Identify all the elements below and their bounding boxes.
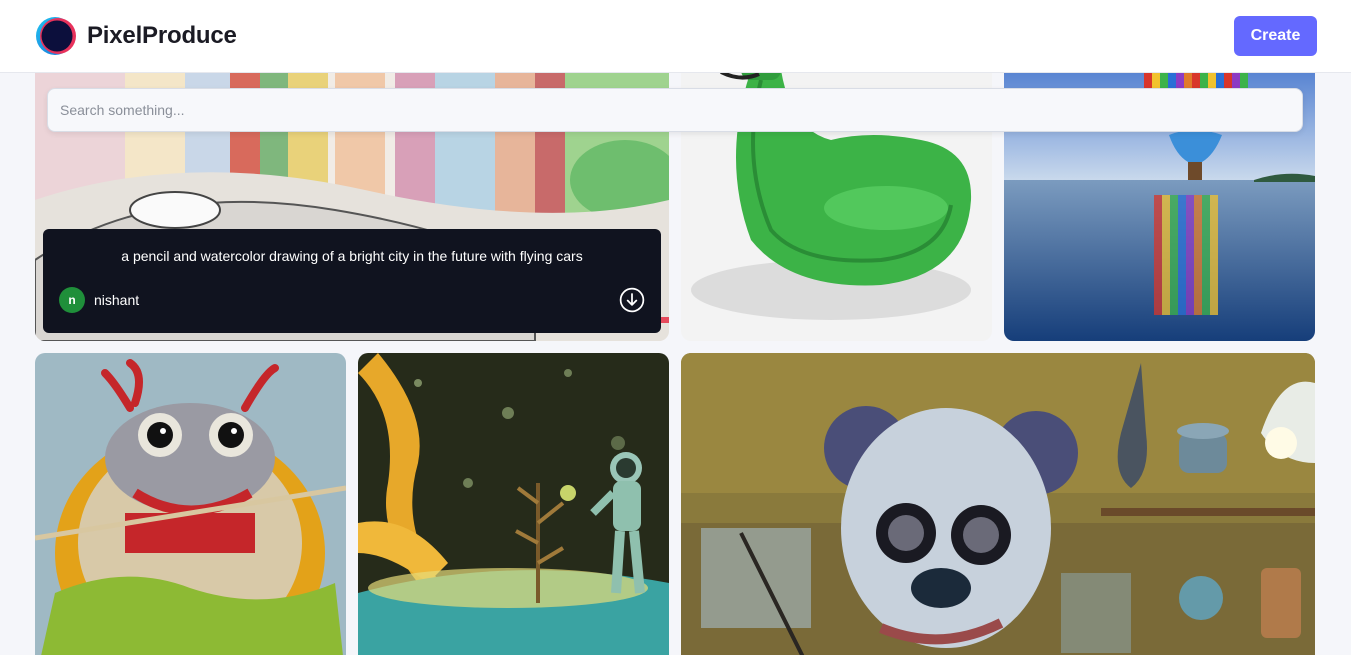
card-image-chair [681,30,992,341]
avatar: n [59,287,85,313]
gallery-card-chair[interactable] [681,30,992,341]
top-header: PixelProduce Create [0,0,1351,73]
author-name: nishant [94,292,140,308]
card-footer: n nishant [59,287,645,313]
gallery-card-city[interactable]: a pencil and watercolor drawing of a bri… [35,30,669,341]
gallery-card-balloon[interactable] [1004,30,1315,341]
search-input[interactable] [47,88,1303,132]
card-image-balloon [1004,30,1315,341]
brand-name: PixelProduce [87,22,237,49]
gallery-card-astronaut[interactable] [358,353,669,655]
card-image-astronaut [358,353,669,655]
card-author: n nishant [59,287,139,313]
card-prompt-overlay: a pencil and watercolor drawing of a bri… [43,229,661,333]
search-bar [47,88,1303,132]
gallery-card-crab[interactable] [35,353,346,655]
card-prompt: a pencil and watercolor drawing of a bri… [121,248,583,264]
download-icon [619,287,645,313]
pixelproduce-logo-icon [35,16,77,56]
gallery-card-panda[interactable] [681,353,1315,655]
brand-link[interactable]: PixelProduce [35,16,237,56]
download-button[interactable] [619,287,645,313]
card-image-crab [35,353,346,655]
create-button[interactable]: Create [1234,16,1317,56]
page: PixelProduce Create Search something... … [0,0,1351,655]
card-image-panda [681,353,1315,655]
